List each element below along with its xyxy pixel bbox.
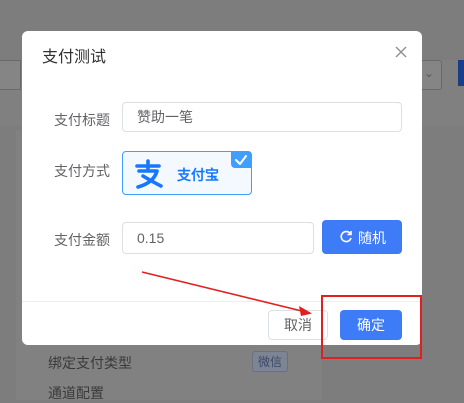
amount-label: 支付金额: [54, 232, 110, 248]
close-icon[interactable]: [394, 45, 408, 59]
background-input: [0, 60, 21, 90]
dialog-title: 支付测试: [42, 49, 107, 66]
background-button: [458, 60, 464, 86]
alipay-label: 支付宝: [177, 167, 219, 183]
dialog-header: 支付测试: [22, 31, 422, 73]
random-button-label: 随机: [358, 230, 386, 246]
chevron-down-icon: ⌄: [423, 66, 434, 80]
check-icon: [231, 152, 251, 168]
background-row-label: 通道配置: [48, 385, 104, 401]
annotation-highlight-box: [321, 295, 422, 359]
alipay-option[interactable]: 支付宝: [122, 151, 252, 195]
subject-input[interactable]: 赞助一笔: [122, 102, 402, 132]
subject-label: 支付标题: [54, 112, 110, 128]
background-tag: 微信: [252, 351, 289, 372]
alipay-icon: [133, 158, 165, 195]
amount-input[interactable]: 0.15: [122, 222, 314, 254]
cancel-button[interactable]: 取消: [268, 310, 328, 340]
refresh-icon: [340, 230, 353, 246]
method-label: 支付方式: [54, 163, 110, 179]
background-row-label: 绑定支付类型: [48, 355, 132, 371]
random-button[interactable]: 随机: [322, 220, 402, 254]
